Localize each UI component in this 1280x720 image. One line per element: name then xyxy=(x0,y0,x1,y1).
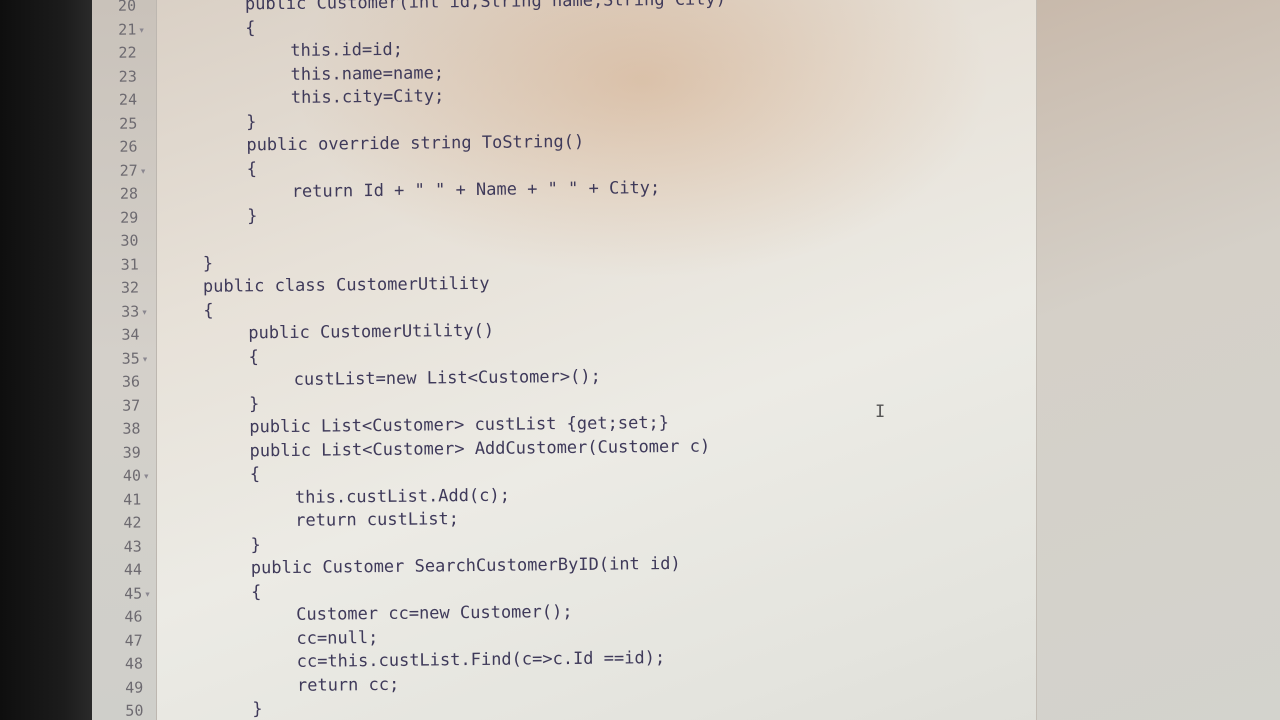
line-number: 32 xyxy=(120,278,140,297)
code-text[interactable]: { xyxy=(247,158,257,181)
line-number: 24 xyxy=(118,90,138,109)
code-text[interactable]: } xyxy=(203,252,213,275)
fold-toggle-icon[interactable]: ▾ xyxy=(144,582,151,605)
line-number: 21 xyxy=(118,20,137,39)
fold-toggle-icon[interactable]: ▾ xyxy=(142,347,149,370)
line-number: 47 xyxy=(124,631,143,650)
line-number: 50 xyxy=(125,701,144,720)
code-text[interactable]: this.city=City; xyxy=(291,85,445,110)
line-number: 36 xyxy=(121,372,141,391)
monitor-bezel xyxy=(0,0,92,720)
line-number: 20 xyxy=(117,0,137,15)
code-text[interactable]: public class CustomerUtility xyxy=(203,273,490,299)
line-number: 43 xyxy=(123,537,142,556)
line-number: 46 xyxy=(124,607,143,626)
code-text[interactable]: custList=new List<Customer>(); xyxy=(294,366,601,392)
line-number: 26 xyxy=(119,137,138,156)
text-cursor-icon: I xyxy=(875,402,886,422)
line-number: 33 xyxy=(121,302,140,321)
line-number: 31 xyxy=(120,255,139,274)
line-number: 30 xyxy=(120,231,139,250)
code-text[interactable]: { xyxy=(250,463,260,486)
code-text[interactable]: public override string ToString() xyxy=(246,131,584,158)
code-text[interactable]: this.id=id; xyxy=(290,39,403,63)
code-text[interactable]: { xyxy=(251,581,261,604)
screen: 20 public Customer(int id,String name,Str… xyxy=(0,0,1280,720)
code-text[interactable]: } xyxy=(246,111,256,134)
fold-toggle-icon[interactable]: ▾ xyxy=(138,18,145,41)
code-text[interactable]: } xyxy=(249,393,259,416)
code-text[interactable]: } xyxy=(247,205,257,228)
code-text[interactable]: cc=this.custList.Find(c=>c.Id ==id); xyxy=(297,647,666,674)
code-text[interactable]: return Id + " " + Name + " " + City; xyxy=(292,177,661,204)
line-number: 40 xyxy=(122,466,142,485)
code-text[interactable]: { xyxy=(245,17,255,40)
line-number: 27 xyxy=(119,161,138,180)
code-text[interactable]: return cc; xyxy=(297,673,400,697)
line-number: 44 xyxy=(123,560,143,579)
code-lines[interactable]: 20 public Customer(int id,String name,Str… xyxy=(92,0,1043,720)
code-text[interactable]: } xyxy=(252,698,262,720)
line-number: 38 xyxy=(122,419,141,438)
code-text[interactable]: { xyxy=(203,299,213,322)
code-text[interactable]: { xyxy=(249,346,259,369)
line-number: 37 xyxy=(122,396,141,415)
line-number: 35 xyxy=(121,349,140,368)
line-number: 42 xyxy=(123,513,142,532)
right-margin-panel xyxy=(1036,0,1280,720)
line-number: 41 xyxy=(123,490,142,509)
code-editor[interactable]: 20 public Customer(int id,String name,Str… xyxy=(92,0,1280,720)
line-number: 28 xyxy=(119,184,139,203)
line-number: 39 xyxy=(122,443,141,462)
fold-toggle-icon[interactable]: ▾ xyxy=(140,159,147,182)
line-number: 29 xyxy=(120,208,139,227)
line-number: 45 xyxy=(124,584,143,603)
line-number: 25 xyxy=(119,114,138,133)
code-text[interactable]: } xyxy=(250,534,260,557)
line-number: 48 xyxy=(124,654,144,673)
line-number: 49 xyxy=(125,678,144,697)
line-number: 22 xyxy=(118,43,137,62)
fold-toggle-icon[interactable]: ▾ xyxy=(141,300,148,323)
code-text[interactable]: return custList; xyxy=(295,508,459,533)
code-text[interactable]: this.custList.Add(c); xyxy=(295,484,510,509)
code-text[interactable]: public CustomerUtility() xyxy=(248,320,494,346)
code-text[interactable]: Customer cc=new Customer(); xyxy=(296,601,573,627)
line-number: 34 xyxy=(121,325,140,344)
fold-toggle-icon[interactable]: ▾ xyxy=(143,464,150,487)
code-text[interactable]: cc=null; xyxy=(296,627,378,651)
code-text[interactable]: this.name=name; xyxy=(290,62,444,87)
line-number: 23 xyxy=(118,67,137,86)
